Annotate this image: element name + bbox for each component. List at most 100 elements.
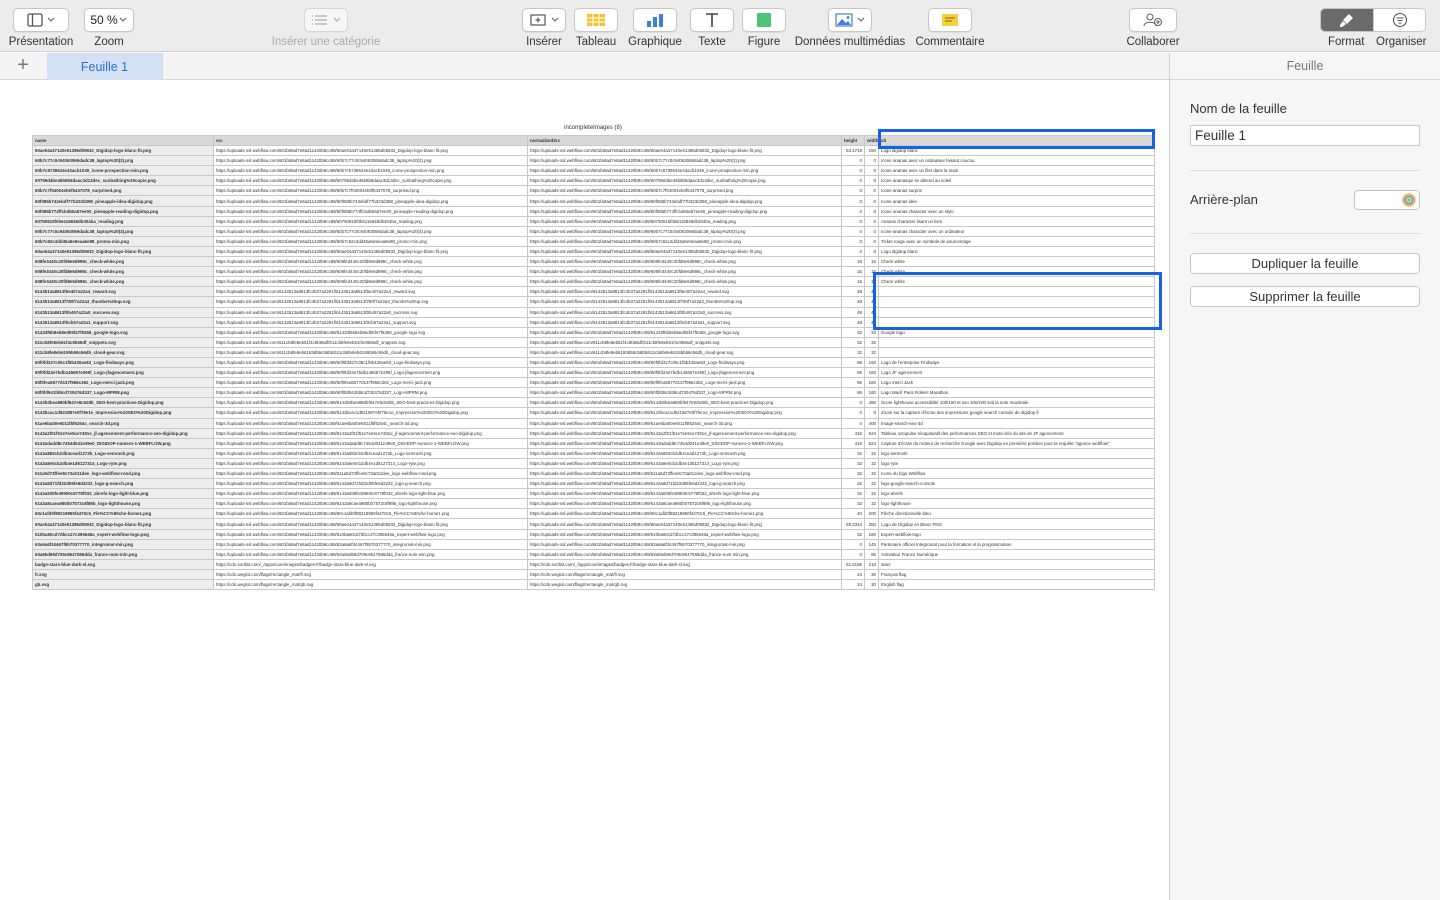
table-cell[interactable]: 416 (841, 437, 865, 449)
table-cell[interactable]: 60b7c77c0c94063069dadc38_laptop%20(3).pn… (32, 225, 214, 237)
organize-button[interactable] (1373, 9, 1425, 31)
table-cell[interactable]: 400 (864, 417, 879, 429)
table-cell[interactable]: 0 (864, 185, 879, 197)
table-cell[interactable]: https://uploads-ssl.webflow.com/601fa9ad… (213, 225, 528, 237)
table-cell[interactable]: Partenaire officiel Integromat pour la f… (878, 538, 1155, 550)
table-cell[interactable]: https://uploads-ssl.webflow.com/601fa9ad… (527, 195, 842, 207)
table-cell[interactable]: https://uploads-ssl.webflow.com/601fa9ad… (527, 215, 842, 227)
collaborate-button[interactable] (1129, 8, 1177, 32)
table-cell[interactable]: 0 (841, 538, 865, 550)
table-cell[interactable]: logo-lighthouse (878, 498, 1155, 510)
table-cell[interactable]: logo-ryte (878, 457, 1155, 470)
table-cell[interactable]: Icone ananas surpris (878, 185, 1155, 197)
table-cell[interactable]: https://uploads-ssl.webflow.com/601fa9ad… (213, 276, 528, 288)
table-cell[interactable]: 63a6a6f34467f9b70377770_integromat-min.p… (32, 538, 214, 550)
table-cell[interactable]: 15 (841, 256, 865, 268)
table-cell[interactable]: 608fe3440c20fd8e6d998c_check-white.png (32, 276, 214, 288)
table-cell[interactable]: https://uploads-ssl.webflow.com/611cb8fe… (527, 336, 842, 348)
table-cell[interactable]: https://uploads-ssl.webflow.com/601fa9ad… (213, 488, 528, 500)
table-cell[interactable]: https://uploads-ssl.webflow.com/601fa9ad… (213, 447, 528, 459)
table-cell[interactable]: https://uploads-ssl.webflow.com/601fa9ad… (213, 266, 528, 278)
table-cell[interactable]: 32 (841, 467, 865, 480)
table-cell[interactable]: https://uploads-ssl.webflow.com/601fa9ad… (527, 205, 842, 217)
table-cell[interactable]: 6143513a8613f0b497a22a0_success.svg (32, 306, 214, 318)
table-cell[interactable]: Icone ananasqui se détend au soleil (878, 175, 1155, 187)
table-cell[interactable]: 32 (864, 467, 879, 480)
table-cell[interactable]: Check white (878, 256, 1155, 268)
table-cell[interactable]: 32 (864, 336, 879, 348)
table-cell[interactable]: Logo JF agencement (878, 367, 1155, 379)
table-cell[interactable]: English flag (878, 579, 1155, 591)
table-cell[interactable]: https://uploads-ssl.webflow.com/601fa9ad… (213, 367, 528, 379)
table-cell[interactable]: 0 (864, 215, 879, 227)
table-cell[interactable]: https://uploads-ssl.webflow.com/601fa9ad… (213, 437, 528, 449)
view-button[interactable] (13, 8, 69, 32)
table-cell[interactable]: https://uploads-ssl.webflow.com/6143513a… (527, 306, 842, 318)
table-cell[interactable]: 60b7c7f04004eb0f5437078_surprised.png (32, 185, 214, 197)
table-cell[interactable]: 160 (864, 377, 879, 389)
table-cell[interactable]: 0 (841, 417, 865, 429)
table-cell[interactable]: 61ae6ba00e6011f5f6254c_search-3d.png (32, 417, 214, 429)
table-cell[interactable]: https://cdn.sortlist.com/_/apps/core/ima… (527, 558, 842, 570)
table-cell[interactable]: https://uploads-ssl.webflow.com/601fa9ad… (213, 387, 528, 399)
table-cell[interactable]: https://uploads-ssl.webflow.com/611cb8fe… (213, 336, 528, 348)
table-cell[interactable]: 96 (841, 367, 865, 379)
table-cell[interactable]: 0 (864, 225, 879, 237)
column-header[interactable]: src (213, 135, 528, 146)
table-cell[interactable]: https://uploads-ssl.webflow.com/601fa9ad… (213, 397, 528, 409)
table-cell[interactable]: Activateur France Numérique (878, 548, 1155, 560)
table-cell[interactable]: 0 (864, 155, 879, 167)
table-cell[interactable] (878, 336, 1155, 348)
table-cell[interactable]: 40 (841, 508, 865, 520)
table-cell[interactable]: Logo merci Jack (878, 377, 1155, 389)
table-cell[interactable]: https://uploads-ssl.webflow.com/601fa9ad… (527, 447, 842, 459)
table-cell[interactable]: 0 (841, 245, 865, 258)
table-cell[interactable]: 96 (841, 377, 865, 389)
column-header[interactable]: alt (878, 135, 1155, 146)
table-cell[interactable]: https://cdn.weglot.com/flags/rectangle_m… (213, 568, 528, 581)
table-cell[interactable]: Check white (878, 266, 1155, 278)
table-cell[interactable]: 624 (864, 427, 879, 439)
table-cell[interactable]: https://uploads-ssl.webflow.com/601fa9ad… (527, 437, 842, 449)
table-cell[interactable]: 32 (864, 326, 879, 338)
table-cell[interactable]: 0 (841, 185, 865, 197)
table-cell[interactable]: 32 (841, 528, 865, 540)
table-cell[interactable] (878, 306, 1155, 318)
table-cell[interactable]: https://uploads-ssl.webflow.com/601fa9ad… (527, 387, 842, 399)
delete-sheet-button[interactable]: Supprimer la feuille (1190, 286, 1420, 307)
table-cell[interactable]: https://uploads-ssl.webflow.com/601fa9ad… (527, 225, 842, 237)
table-cell[interactable]: https://uploads-ssl.webflow.com/601fa9ad… (213, 215, 528, 227)
table-cell[interactable]: 15 (864, 266, 879, 278)
table-cell[interactable]: https://uploads-ssl.webflow.com/601fa9ad… (213, 508, 528, 520)
table-cell[interactable]: https://uploads-ssl.webflow.com/6143513a… (213, 286, 528, 298)
column-header[interactable]: normalizedSrc (527, 135, 842, 146)
table-cell[interactable]: 32 (864, 447, 879, 459)
table-cell[interactable]: https://uploads-ssl.webflow.com/601fa9ad… (213, 155, 528, 167)
table-cell[interactable]: Logo digidop blanc (878, 144, 1155, 157)
text-tool[interactable]: Texte (690, 8, 734, 48)
table-cell[interactable]: https://uploads-ssl.webflow.com/601fa9ad… (527, 508, 842, 520)
table-cell[interactable]: Tableau octopulse récapitulatif des perf… (878, 427, 1155, 439)
table-cell[interactable]: 210 (864, 558, 879, 570)
table-cell[interactable]: 61433f6b8eb8ed05f47f5368_google-logo.svg (32, 326, 214, 338)
table-cell[interactable]: 416 (841, 427, 865, 439)
table-cell[interactable]: 48 (841, 296, 865, 308)
chart-button[interactable] (633, 8, 677, 32)
table-cell[interactable]: 6143a2f01f51e7ee5ce7491e_jf-agencement-p… (32, 427, 214, 439)
table-cell[interactable]: https://uploads-ssl.webflow.com/601fa9ad… (213, 245, 528, 258)
table-cell[interactable]: 160 (864, 356, 879, 369)
table-cell[interactable]: Icone ananas idée (878, 195, 1155, 207)
table-cell[interactable]: 96 (841, 387, 865, 399)
table-cell[interactable]: Logo de Digidop en Blanc PNG (878, 518, 1155, 530)
table-cell[interactable]: https://uploads-ssl.webflow.com/601fa9ad… (527, 276, 842, 288)
table-cell[interactable]: Logo Macif Paris Rollers Marathon (878, 387, 1155, 399)
table-cell[interactable]: 48 (864, 316, 879, 328)
table-cell[interactable]: 180 (864, 528, 879, 540)
table-cell[interactable]: fr.svg (32, 568, 214, 581)
table-cell[interactable]: 48 (864, 296, 879, 308)
table-cell[interactable]: 150 (864, 144, 879, 157)
table-cell[interactable]: https://cdn.sortlist.com/_/apps/core/ima… (213, 558, 528, 570)
table-cell[interactable]: logo-ahrefs (878, 488, 1155, 500)
collaborate-tool[interactable]: Collaborer (1124, 8, 1182, 48)
sheet-tab-feuille-1[interactable]: Feuille 1 (47, 53, 163, 80)
